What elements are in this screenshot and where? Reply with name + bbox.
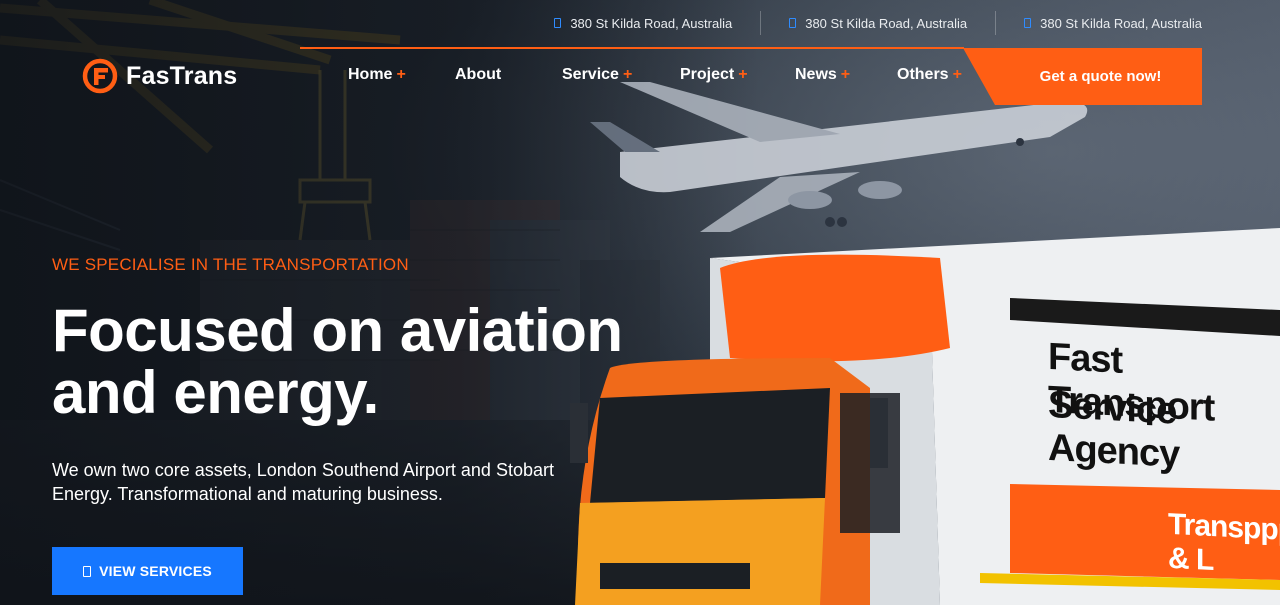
hero-headline: Focused on aviation and energy. — [52, 300, 692, 424]
nav-label: Service — [562, 66, 619, 83]
nav-item-about[interactable]: About — [455, 66, 501, 84]
nav-item-home[interactable]: Home + — [348, 66, 406, 84]
headline-line-1: Focused on aviation — [52, 297, 623, 364]
logo-icon — [82, 58, 118, 94]
plus-icon: + — [622, 66, 633, 83]
plus-icon: + — [952, 66, 962, 83]
truck-stripe-text: Transppport & L — [1168, 507, 1280, 578]
site-logo[interactable]: FasTrans — [82, 58, 237, 94]
truck-slogan-line2: Service Agency — [1048, 383, 1180, 476]
location-icon — [1024, 18, 1032, 28]
location-icon — [554, 18, 562, 28]
nav-label: Project — [680, 66, 735, 83]
address-item: 380 St Kilda Road, Australia — [996, 10, 1202, 36]
address-text: 380 St Kilda Road, Australia — [805, 15, 968, 31]
header-divider — [300, 47, 964, 49]
location-icon — [789, 18, 797, 28]
nav-label: About — [455, 66, 502, 83]
nav-item-news[interactable]: News + — [795, 66, 850, 84]
nav-label: Others — [897, 66, 949, 83]
address-item: 380 St Kilda Road, Australia — [761, 10, 995, 36]
view-services-button[interactable]: VIEW SERVICES — [52, 547, 243, 595]
hero-eyebrow: WE SPECIALISE IN THE TRANSPORTATION — [52, 255, 409, 274]
address-item: 380 St Kilda Road, Australia — [526, 10, 760, 36]
plus-icon: + — [738, 66, 748, 83]
get-quote-button[interactable]: Get a quote now! — [963, 48, 1202, 105]
plus-icon: + — [396, 66, 406, 83]
nav-label: News — [795, 66, 837, 83]
hero-description: We own two core assets, London Southend … — [52, 458, 592, 506]
nav-item-others[interactable]: Others + — [897, 66, 962, 84]
button-icon — [83, 565, 92, 577]
view-services-label: VIEW SERVICES — [99, 563, 212, 579]
address-text: 380 St Kilda Road, Australia — [570, 15, 733, 31]
description-line-2: Energy. Transformational and maturing bu… — [52, 484, 443, 504]
nav-label: Home — [348, 66, 393, 83]
nav-item-service[interactable]: Service + — [562, 66, 632, 84]
address-text: 380 St Kilda Road, Australia — [1040, 15, 1202, 31]
brand-name: FasTrans — [126, 61, 238, 90]
headline-line-2: and energy. — [52, 359, 379, 426]
description-line-1: We own two core assets, London Southend … — [52, 460, 554, 480]
plus-icon: + — [840, 66, 851, 83]
top-info-bar: 380 St Kilda Road, Australia 380 St Kild… — [526, 10, 1202, 36]
nav-item-project[interactable]: Project + — [680, 66, 748, 84]
